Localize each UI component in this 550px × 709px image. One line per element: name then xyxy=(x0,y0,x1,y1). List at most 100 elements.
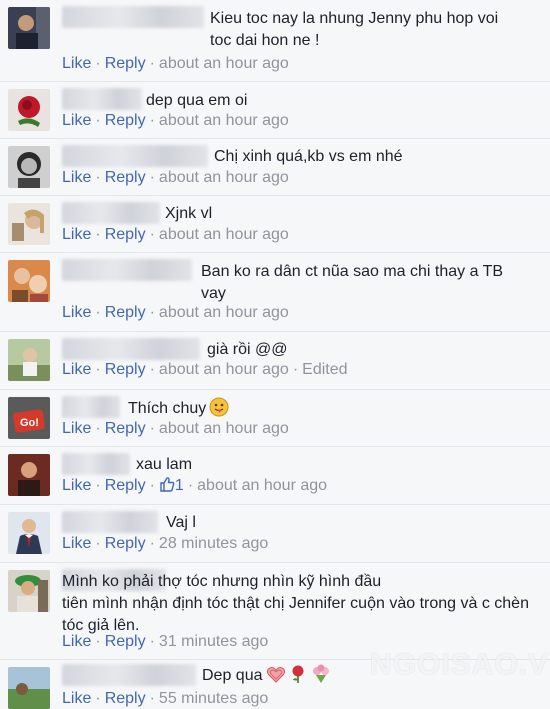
like-link[interactable]: Like xyxy=(62,169,91,186)
separator: · xyxy=(95,477,101,494)
comment-text: Xjnk vl xyxy=(165,205,213,222)
like-link[interactable]: Like xyxy=(62,690,91,707)
separator: · xyxy=(149,633,155,650)
separator: · xyxy=(149,226,155,243)
comment-item: dep qua em oi Like · Reply · about an hour a… xyxy=(0,82,550,139)
separator: · xyxy=(149,112,155,129)
like-link[interactable]: Like xyxy=(62,633,91,650)
comment-item: Xjnk vl Like · Reply · about an hour ago xyxy=(0,196,550,253)
like-link[interactable]: Like xyxy=(62,55,91,72)
timestamp[interactable]: about an hour ago xyxy=(197,477,327,494)
like-link[interactable]: Like xyxy=(62,420,91,437)
separator: · xyxy=(149,304,155,321)
timestamp[interactable]: about an hour ago xyxy=(159,169,289,186)
reply-link[interactable]: Reply xyxy=(105,477,146,494)
reply-link[interactable]: Reply xyxy=(105,112,146,129)
reply-link[interactable]: Reply xyxy=(105,361,146,378)
comment-meta: Like · Reply · 1 · about an hour ago xyxy=(62,476,327,498)
avatar-red-photo xyxy=(8,454,50,496)
commenter-name-blurred[interactable] xyxy=(62,6,204,28)
avatar[interactable] xyxy=(8,260,50,302)
commenter-name-blurred[interactable] xyxy=(62,259,192,281)
comment-text: già rồi @@ xyxy=(207,341,288,358)
comment-meta: Like · Reply · 28 minutes ago xyxy=(62,534,268,554)
avatar[interactable] xyxy=(8,89,50,131)
avatar[interactable]: Go! xyxy=(8,397,50,439)
separator: · xyxy=(149,690,155,707)
avatar-girl-bw-photo xyxy=(8,146,50,188)
comment-item: Mình ko phải thợ tóc nhưng nhìn kỹ hình … xyxy=(0,563,550,660)
separator: · xyxy=(149,361,155,378)
avatar-suit-man-photo xyxy=(8,512,50,554)
avatar[interactable] xyxy=(8,146,50,188)
commenter-name-blurred[interactable] xyxy=(62,664,196,686)
avatar[interactable] xyxy=(8,667,50,709)
comment-meta: Like · Reply · about an hour ago xyxy=(62,168,289,188)
comment-meta: Like · Reply · about an hour ago xyxy=(62,303,289,323)
avatar[interactable] xyxy=(8,570,50,612)
separator: · xyxy=(149,420,155,437)
comment-meta: Like · Reply · 55 minutes ago xyxy=(62,689,268,709)
comment-text: Dep qua xyxy=(202,664,332,691)
comment-meta: Like · Reply · about an hour ago xyxy=(62,419,289,439)
reply-link[interactable]: Reply xyxy=(105,226,146,243)
comment-text: Mình ko phải thợ tóc nhưng nhìn kỹ hình … xyxy=(62,573,529,634)
timestamp[interactable]: about an hour ago xyxy=(159,304,289,321)
comment-text: Chị xinh quá,kb vs em nhé xyxy=(214,148,403,165)
like-link[interactable]: Like xyxy=(62,304,91,321)
reply-link[interactable]: Reply xyxy=(105,304,146,321)
like-count[interactable]: 1 xyxy=(175,477,184,494)
comment-meta: Like · Reply · about an hour ago · Edited xyxy=(62,360,348,380)
commenter-name-blurred[interactable] xyxy=(62,396,120,418)
commenter-name-blurred[interactable] xyxy=(62,202,160,224)
comment-meta: Like · Reply · about an hour ago xyxy=(62,111,289,131)
reply-link[interactable]: Reply xyxy=(105,420,146,437)
timestamp[interactable]: 28 minutes ago xyxy=(159,535,268,552)
separator: · xyxy=(95,420,101,437)
reply-link[interactable]: Reply xyxy=(105,169,146,186)
comment-item: xau lam Like · Reply · 1 · about an hour ago xyxy=(0,447,550,505)
comment-meta: Like · Reply · about an hour ago xyxy=(62,225,289,245)
reply-link[interactable]: Reply xyxy=(105,535,146,552)
avatar-landscape-photo xyxy=(8,667,50,709)
separator: · xyxy=(95,690,101,707)
separator: · xyxy=(149,535,155,552)
commenter-name-blurred[interactable] xyxy=(62,338,200,360)
avatar[interactable] xyxy=(8,7,50,49)
like-link[interactable]: Like xyxy=(62,226,91,243)
timestamp[interactable]: 31 minutes ago xyxy=(159,633,268,650)
comment-text: dep qua em oi xyxy=(146,92,248,109)
like-link[interactable]: Like xyxy=(62,535,91,552)
timestamp[interactable]: about an hour ago xyxy=(159,361,289,378)
separator: · xyxy=(95,112,101,129)
avatar[interactable] xyxy=(8,203,50,245)
avatar[interactable] xyxy=(8,512,50,554)
heart-emoji-icon xyxy=(266,666,286,691)
avatar-outdoor-photo xyxy=(8,339,50,381)
commenter-name-blurred[interactable] xyxy=(62,145,208,167)
timestamp[interactable]: about an hour ago xyxy=(159,55,289,72)
thumbs-up-icon xyxy=(159,476,175,498)
separator: · xyxy=(149,477,155,494)
avatar[interactable] xyxy=(8,339,50,381)
timestamp[interactable]: about an hour ago xyxy=(159,112,289,129)
avatar-go-sign-photo: Go! xyxy=(8,397,50,439)
avatar-woman-photo xyxy=(8,203,50,245)
avatar[interactable] xyxy=(8,454,50,496)
reply-link[interactable]: Reply xyxy=(105,633,146,650)
reply-link[interactable]: Reply xyxy=(105,690,146,707)
like-link[interactable]: Like xyxy=(62,477,91,494)
timestamp[interactable]: about an hour ago xyxy=(159,226,289,243)
separator: · xyxy=(187,477,194,494)
timestamp[interactable]: 55 minutes ago xyxy=(159,690,268,707)
like-link[interactable]: Like xyxy=(62,112,91,129)
reply-link[interactable]: Reply xyxy=(105,55,146,72)
edited-label[interactable]: Edited xyxy=(302,361,347,378)
commenter-name-blurred[interactable] xyxy=(62,453,130,475)
separator: · xyxy=(95,169,101,186)
timestamp[interactable]: about an hour ago xyxy=(159,420,289,437)
rose-emoji-icon xyxy=(289,664,307,691)
commenter-name-blurred[interactable] xyxy=(62,88,142,110)
like-link[interactable]: Like xyxy=(62,361,91,378)
commenter-name-blurred[interactable] xyxy=(62,511,158,533)
